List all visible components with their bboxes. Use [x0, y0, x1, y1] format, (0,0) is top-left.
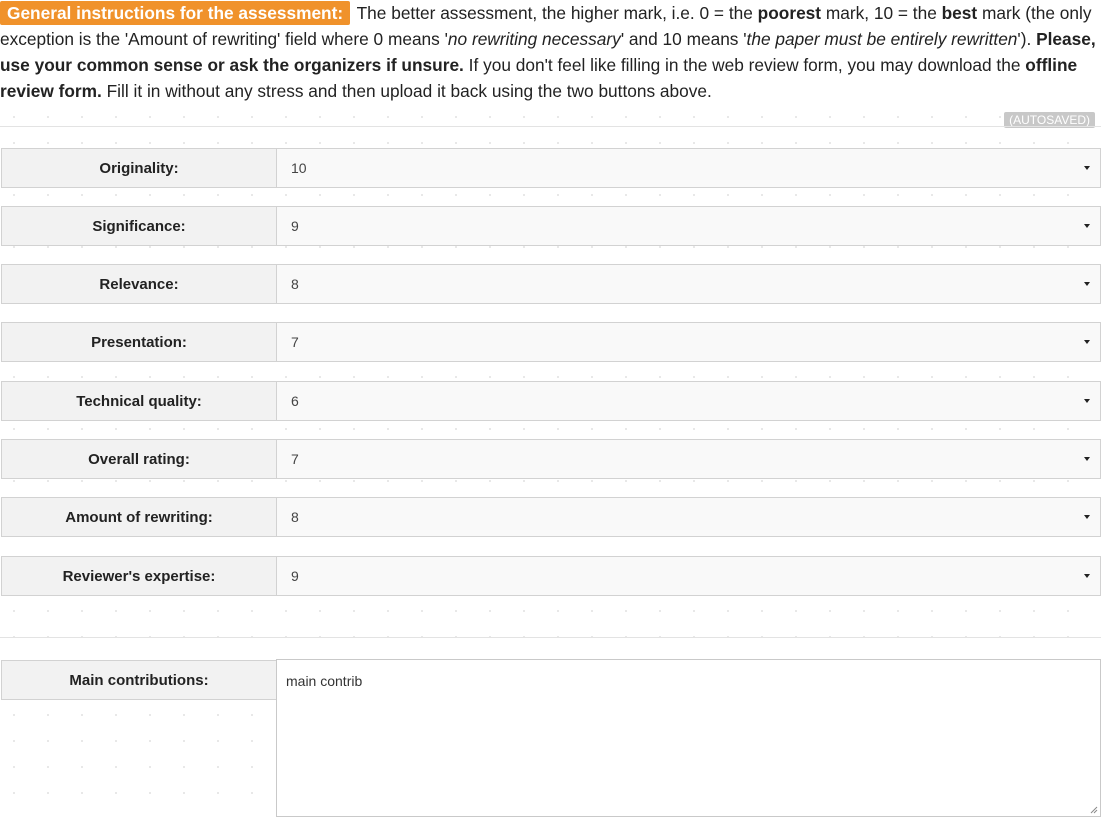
significance-select[interactable]: 9: [276, 206, 1101, 246]
caret-down-icon: [1084, 224, 1090, 228]
rating-row-amount-of-rewriting: Amount of rewriting: 8: [1, 497, 1101, 537]
rating-row-overall-rating: Overall rating: 7: [1, 439, 1101, 479]
rating-row-significance: Significance: 9: [1, 206, 1101, 246]
instructions-text: Fill it in without any stress and then u…: [106, 81, 712, 101]
selected-value: 9: [291, 568, 299, 584]
caret-down-icon: [1084, 457, 1090, 461]
instructions-text: The better assessment, the higher mark, …: [356, 3, 753, 23]
reviewers-expertise-select[interactable]: 9: [276, 556, 1101, 596]
instructions-italic-rewritten: the paper must be entirely rewritten: [746, 29, 1018, 49]
rating-label: Presentation:: [1, 322, 277, 362]
instructions-text: mark, 10 = the: [825, 3, 937, 23]
presentation-select[interactable]: 7: [276, 322, 1101, 362]
instructions-text: ').: [1017, 29, 1032, 49]
rating-label: Originality:: [1, 148, 277, 188]
rating-row-technical-quality: Technical quality: 6: [1, 381, 1101, 421]
rating-row-relevance: Relevance: 8: [1, 264, 1101, 304]
instructions-text: ' and 10 means ': [620, 29, 747, 49]
rating-label: Overall rating:: [1, 439, 277, 479]
general-instructions: General instructions for the assessment:…: [0, 0, 1101, 104]
rating-label: Amount of rewriting:: [1, 497, 277, 537]
caret-down-icon: [1084, 340, 1090, 344]
main-contributions-textarea[interactable]: main contrib: [276, 659, 1101, 817]
rating-label: Technical quality:: [1, 381, 277, 421]
divider: [0, 637, 1101, 638]
originality-select[interactable]: 10: [276, 148, 1101, 188]
rating-label: Significance:: [1, 206, 277, 246]
selected-value: 7: [291, 451, 299, 467]
amount-of-rewriting-select[interactable]: 8: [276, 497, 1101, 537]
rating-row-presentation: Presentation: 7: [1, 322, 1101, 362]
instructions-italic-no-rewriting: no rewriting necessary: [447, 29, 621, 49]
instructions-text: If you don't feel like filling in the we…: [468, 55, 1021, 75]
overall-rating-select[interactable]: 7: [276, 439, 1101, 479]
caret-down-icon: [1084, 399, 1090, 403]
selected-value: 10: [291, 160, 307, 176]
caret-down-icon: [1084, 515, 1090, 519]
divider: [0, 126, 1101, 127]
instructions-badge: General instructions for the assessment:: [0, 1, 351, 25]
selected-value: 6: [291, 393, 299, 409]
selected-value: 7: [291, 334, 299, 350]
resize-grip-icon[interactable]: [1090, 806, 1098, 814]
relevance-select[interactable]: 8: [276, 264, 1101, 304]
instructions-bold-poorest: poorest: [757, 3, 822, 23]
rating-label: Relevance:: [1, 264, 277, 304]
rating-label: Reviewer's expertise:: [1, 556, 277, 596]
caret-down-icon: [1084, 282, 1090, 286]
rating-row-reviewers-expertise: Reviewer's expertise: 9: [1, 556, 1101, 596]
selected-value: 9: [291, 218, 299, 234]
technical-quality-select[interactable]: 6: [276, 381, 1101, 421]
main-contributions-label: Main contributions:: [1, 660, 277, 700]
selected-value: 8: [291, 509, 299, 525]
textarea-value: main contrib: [286, 673, 363, 689]
selected-value: 8: [291, 276, 299, 292]
caret-down-icon: [1084, 574, 1090, 578]
caret-down-icon: [1084, 166, 1090, 170]
instructions-bold-best: best: [941, 3, 978, 23]
rating-row-originality: Originality: 10: [1, 148, 1101, 188]
